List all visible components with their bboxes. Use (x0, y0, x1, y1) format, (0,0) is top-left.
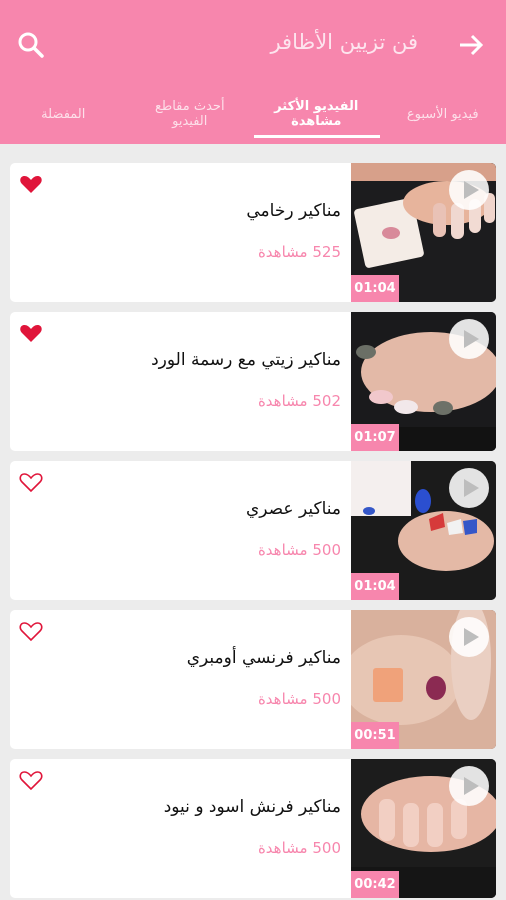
video-duration: 01:07 (351, 424, 399, 451)
play-icon[interactable] (448, 169, 490, 211)
active-tab-indicator (254, 135, 380, 138)
video-thumbnail[interactable]: 00:42 (351, 759, 496, 898)
video-card[interactable]: 01:04 مناكير رخامي 525 مشاهدة (10, 163, 496, 302)
video-title: مناكير زيتي مع رسمة الورد (151, 350, 341, 370)
video-title: مناكير فرنش اسود و نيود (163, 797, 341, 817)
video-views: 500 مشاهدة (257, 690, 341, 708)
video-duration: 00:42 (351, 871, 399, 898)
video-list: 01:04 مناكير رخامي 525 مشاهدة 01:07 مناك… (0, 144, 506, 900)
heart-outline-icon[interactable] (19, 471, 43, 493)
video-title: مناكير رخامي (246, 201, 341, 221)
video-thumbnail[interactable]: 00:51 (351, 610, 496, 749)
video-card[interactable]: 01:04 مناكير عصري 500 مشاهدة (10, 461, 496, 600)
heart-filled-icon[interactable] (19, 322, 43, 344)
tab-latest-videos[interactable]: أحدث مقاطع الفيديو (127, 84, 254, 144)
tab-bar: فيديو الأسبوع الفيديو الأكثر مشاهدة أحدث… (0, 84, 506, 144)
video-duration: 00:51 (351, 722, 399, 749)
app-header: فن تزيين الأظافر فيديو الأسبوع الفيديو ا… (0, 0, 506, 144)
video-title: مناكير عصري (246, 499, 341, 519)
video-thumbnail[interactable]: 01:04 (351, 163, 496, 302)
heart-outline-icon[interactable] (19, 769, 43, 791)
search-icon (18, 32, 44, 58)
video-card[interactable]: 00:51 مناكير فرنسي أومبري 500 مشاهدة (10, 610, 496, 749)
video-views: 500 مشاهدة (257, 541, 341, 559)
video-thumbnail[interactable]: 01:04 (351, 461, 496, 600)
page-title: فن تزيين الأظافر (270, 30, 418, 54)
arrow-right-icon (460, 34, 484, 56)
video-title: مناكير فرنسي أومبري (186, 648, 341, 668)
video-duration: 01:04 (351, 275, 399, 302)
video-card[interactable]: 01:07 مناكير زيتي مع رسمة الورد 502 مشاه… (10, 312, 496, 451)
search-button[interactable] (14, 28, 48, 62)
heart-outline-icon[interactable] (19, 620, 43, 642)
video-card[interactable]: 00:42 مناكير فرنش اسود و نيود 500 مشاهدة (10, 759, 496, 898)
tab-favorites[interactable]: المفضلة (0, 84, 127, 144)
video-thumbnail[interactable]: 01:07 (351, 312, 496, 451)
heart-filled-icon[interactable] (19, 173, 43, 195)
back-button[interactable] (454, 28, 488, 62)
video-views: 502 مشاهدة (257, 392, 341, 410)
video-views: 500 مشاهدة (257, 839, 341, 857)
play-icon[interactable] (448, 765, 490, 807)
play-icon[interactable] (448, 616, 490, 658)
video-views: 525 مشاهدة (257, 243, 341, 261)
tab-week-video[interactable]: فيديو الأسبوع (380, 84, 506, 144)
play-icon[interactable] (448, 318, 490, 360)
video-duration: 01:04 (351, 573, 399, 600)
play-icon[interactable] (448, 467, 490, 509)
